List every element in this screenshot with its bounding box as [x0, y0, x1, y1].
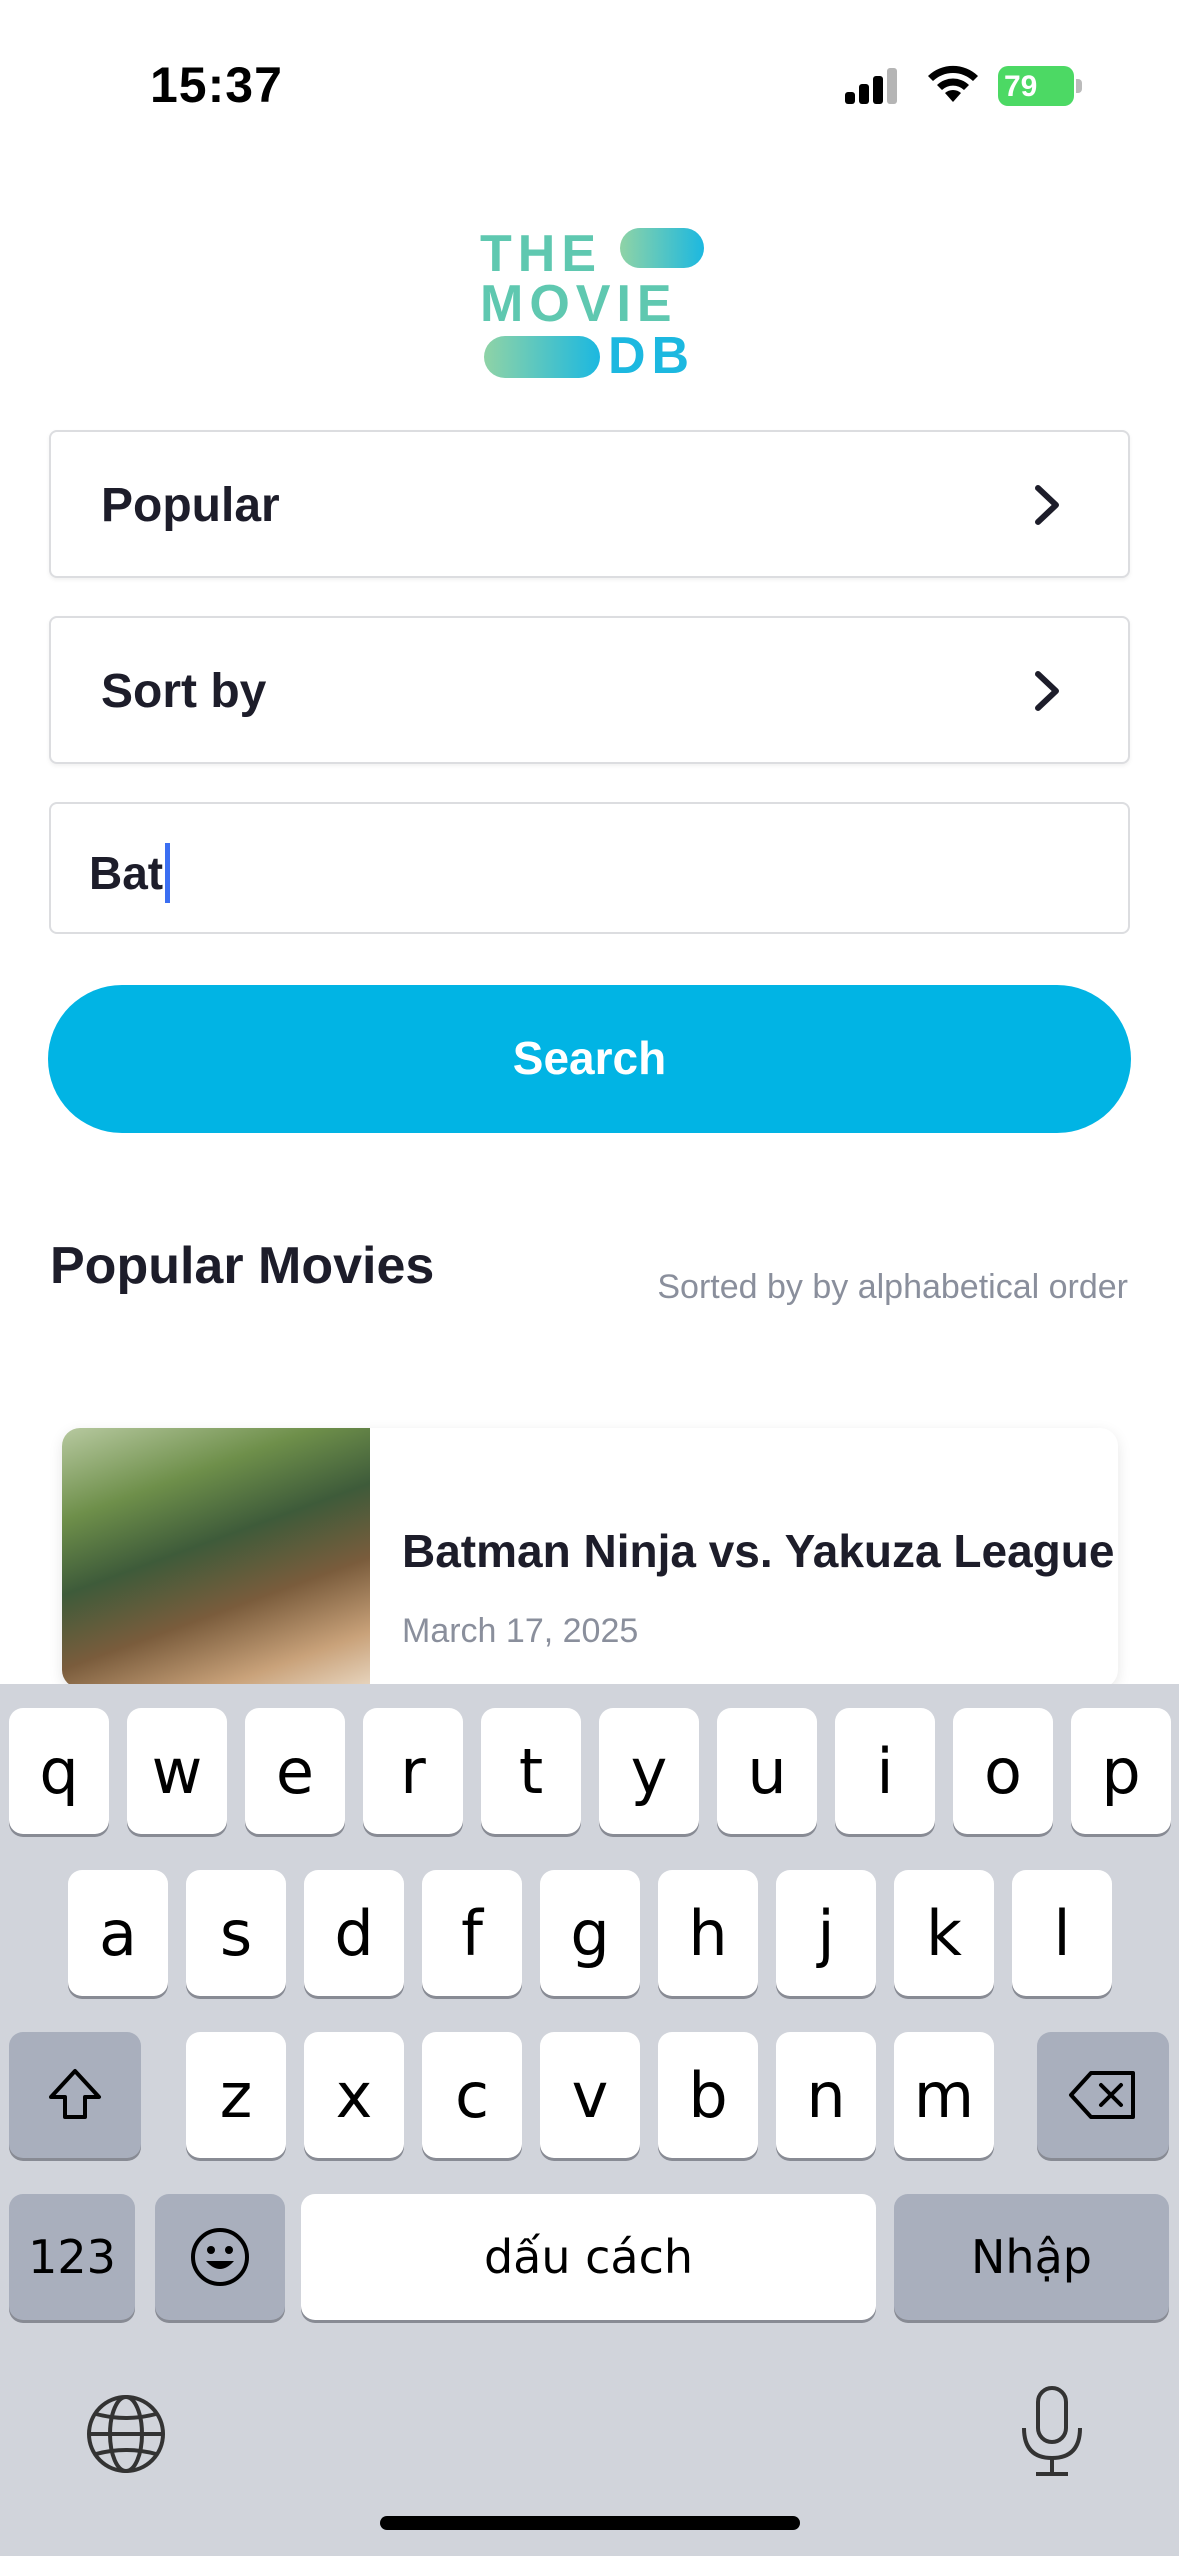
microphone-icon[interactable]	[1016, 2384, 1088, 2480]
key-m[interactable]: m	[894, 2032, 994, 2158]
movie-title: Batman Ninja vs. Yakuza League	[402, 1525, 1115, 1577]
key-f[interactable]: f	[422, 1870, 522, 1996]
key-i[interactable]: i	[835, 1708, 935, 1834]
key-a[interactable]: a	[68, 1870, 168, 1996]
key-z[interactable]: z	[186, 2032, 286, 2158]
sort-select[interactable]: Sort by	[49, 616, 1130, 764]
home-indicator[interactable]	[380, 2516, 800, 2530]
key-j[interactable]: j	[776, 1870, 876, 1996]
key-p[interactable]: p	[1071, 1708, 1171, 1834]
key-u[interactable]: u	[717, 1708, 817, 1834]
backspace-icon	[1069, 2071, 1135, 2119]
key-s[interactable]: s	[186, 1870, 286, 1996]
sort-label: Sort by	[101, 665, 267, 718]
key-h[interactable]: h	[658, 1870, 758, 1996]
search-input[interactable]: Bat	[49, 802, 1130, 934]
search-button[interactable]: Search	[48, 985, 1131, 1133]
key-k[interactable]: k	[894, 1870, 994, 1996]
key-y[interactable]: y	[599, 1708, 699, 1834]
return-key[interactable]: Nhập	[894, 2194, 1169, 2320]
key-q[interactable]: q	[9, 1708, 109, 1834]
key-r[interactable]: r	[363, 1708, 463, 1834]
key-w[interactable]: w	[127, 1708, 227, 1834]
space-key[interactable]: dấu cách	[301, 2194, 876, 2320]
key-n[interactable]: n	[776, 2032, 876, 2158]
movie-poster	[62, 1428, 370, 1688]
emoji-key[interactable]	[155, 2194, 285, 2320]
category-select[interactable]: Popular	[49, 430, 1130, 578]
search-button-label: Search	[512, 1032, 667, 1084]
key-t[interactable]: t	[481, 1708, 581, 1834]
key-o[interactable]: o	[953, 1708, 1053, 1834]
key-c[interactable]: c	[422, 2032, 522, 2158]
key-g[interactable]: g	[540, 1870, 640, 1996]
movie-card[interactable]: Batman Ninja vs. Yakuza League March 17,…	[62, 1428, 1118, 1688]
battery-icon: 79	[998, 66, 1082, 106]
shift-icon	[49, 2069, 101, 2119]
key-e[interactable]: e	[245, 1708, 345, 1834]
status-time: 15:37	[150, 57, 283, 113]
category-label: Popular	[101, 479, 280, 532]
key-l[interactable]: l	[1012, 1870, 1112, 1996]
key-v[interactable]: v	[540, 2032, 640, 2158]
globe-icon[interactable]	[84, 2392, 168, 2476]
chevron-right-icon	[1035, 671, 1059, 711]
key-x[interactable]: x	[304, 2032, 404, 2158]
cellular-signal-icon	[845, 68, 897, 104]
chevron-right-icon	[1035, 485, 1059, 525]
onscreen-keyboard: q w e r t y u i o p a s d f g h j k l z …	[0, 1684, 1179, 2556]
text-caret	[165, 842, 171, 903]
search-input-value: Bat	[89, 847, 164, 899]
status-bar: 15:37 79	[0, 0, 1179, 150]
wifi-icon	[928, 65, 978, 102]
key-b[interactable]: b	[658, 2032, 758, 2158]
numbers-key[interactable]: 123	[9, 2194, 135, 2320]
backspace-key[interactable]	[1037, 2032, 1169, 2158]
key-d[interactable]: d	[304, 1870, 404, 1996]
battery-level: 79	[1004, 70, 1038, 103]
tmdb-logo: THE MOVIE DB	[480, 224, 704, 385]
emoji-icon	[191, 2228, 249, 2286]
movie-release-date: March 17, 2025	[402, 1612, 639, 1650]
sort-order-text: Sorted by by alphabetical order	[657, 1268, 1128, 1306]
section-title: Popular Movies	[50, 1237, 435, 1295]
shift-key[interactable]	[9, 2032, 141, 2158]
